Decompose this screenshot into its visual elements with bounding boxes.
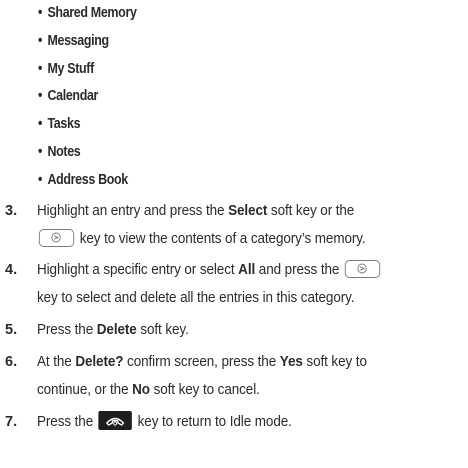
step-line: Press the key to return to Idle mode. <box>37 409 435 437</box>
list-item: • Address Book <box>38 167 137 195</box>
bullet-icon: • <box>38 5 43 21</box>
step-line: Press the Delete soft key. <box>37 322 189 338</box>
category-label: My Stuff <box>47 60 94 77</box>
step-text: Highlight a specific entry or select All… <box>37 257 465 313</box>
ok-key-icon <box>38 228 75 247</box>
list-item: • Tasks <box>38 111 137 139</box>
list-item: • Shared Memory <box>38 0 137 28</box>
step-line: At the Delete? confirm screen, press the… <box>37 354 367 370</box>
bullet-icon: • <box>38 60 43 77</box>
step-number: 6. <box>5 354 18 370</box>
list-item: • Messaging <box>38 28 137 56</box>
bullet-icon: • <box>38 143 43 160</box>
list-item: • Calendar <box>38 83 137 111</box>
manual-page: • Shared Memory • Messaging • My Stuff • Cal… <box>0 0 468 468</box>
end-key-icon <box>98 410 133 430</box>
bullet-icon: • <box>38 116 43 133</box>
category-label: Shared Memory <box>47 5 137 21</box>
step-text: Press the Delete soft key. <box>37 317 465 345</box>
step-number: 5. <box>5 322 18 338</box>
category-list: • Shared Memory • Messaging • My Stuff • Cal… <box>38 0 153 195</box>
step-text: Press the key to return to Idle mode. <box>37 409 465 437</box>
bullet-icon: • <box>38 32 43 49</box>
step-number: 7. <box>5 414 18 430</box>
category-label: Calendar <box>47 88 99 105</box>
ok-key-icon <box>344 260 381 279</box>
step-text: At the Delete? confirm screen, press the… <box>37 349 465 405</box>
bullet-icon: • <box>38 88 43 105</box>
category-label: Address Book <box>47 171 128 188</box>
step-number: 4. <box>5 262 18 278</box>
step-line: continue, or the No soft key to cancel. <box>37 381 260 398</box>
step-line: Highlight an entry and press the Select … <box>37 203 355 219</box>
category-label: Messaging <box>47 32 109 49</box>
category-label: Tasks <box>47 116 81 133</box>
step-text: Highlight an entry and press the Select … <box>37 198 465 254</box>
category-label: Notes <box>47 143 81 160</box>
step-number: 3. <box>5 203 18 219</box>
step-line: key to view the contents of a category’s… <box>37 226 435 254</box>
bullet-icon: • <box>38 171 43 188</box>
list-item: • My Stuff <box>38 56 137 84</box>
step-line: key to select and delete all the entries… <box>37 289 355 306</box>
step-line: Highlight a specific entry or select All… <box>37 257 435 285</box>
list-item: • Notes <box>38 139 137 167</box>
